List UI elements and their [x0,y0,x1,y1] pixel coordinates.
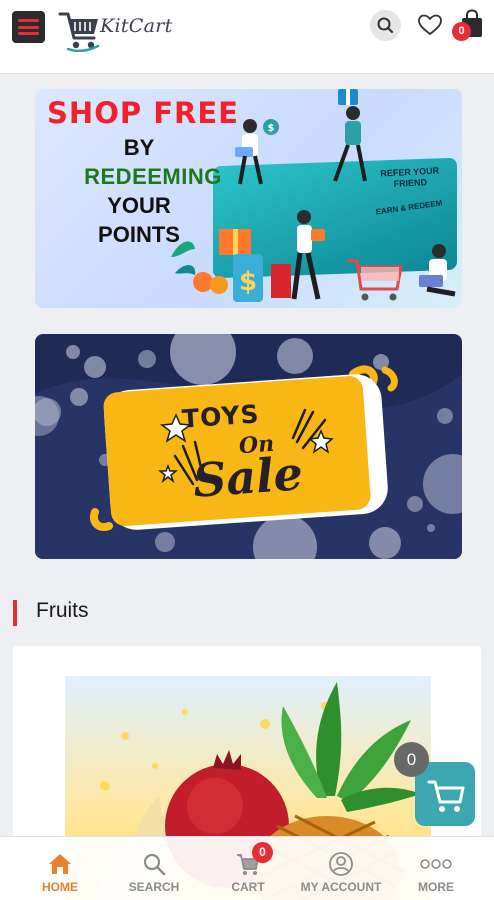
wishlist-button[interactable] [416,11,444,39]
account-icon [329,852,353,876]
logo-text: KitCart [100,15,173,37]
app-header: KitCart 0 [0,0,494,74]
nav-more[interactable]: MORE [404,837,468,900]
section-title: Fruits [36,599,89,622]
nav-cart-label: CART [231,880,265,894]
heart-icon [418,14,442,35]
toys-sale-banner[interactable]: TOYS On Sale [35,334,462,559]
nav-home[interactable]: HOME [28,837,92,900]
more-icon [420,859,452,869]
refer-earn-banner[interactable]: SHOP FREE BY REDEEMING YOUR POINTS REFER… [35,89,462,308]
people-illustration: $ $ [171,89,456,302]
menu-bar-icon [18,19,39,22]
menu-bar-icon [18,32,39,35]
nav-more-label: MORE [418,880,454,894]
floating-cart-count: 0 [394,742,429,777]
nav-home-label: HOME [42,880,78,894]
menu-button[interactable] [12,11,45,43]
banner-toys-text: TOYS [181,399,261,434]
nav-account[interactable]: MY ACCOUNT [292,837,390,900]
search-icon [143,853,166,876]
svg-text:$: $ [268,123,275,134]
section-accent-bar [13,600,17,626]
nav-search-label: SEARCH [128,880,180,894]
search-icon [377,17,394,34]
nav-account-label: MY ACCOUNT [300,880,382,894]
menu-bar-icon [18,25,39,29]
home-icon [49,854,71,874]
nav-search[interactable]: SEARCH [118,837,190,900]
banner-sale-text: Sale [191,446,305,508]
search-button[interactable] [370,10,401,41]
bag-count-badge: 0 [452,22,471,41]
svg-text:$: $ [239,267,257,297]
bottom-navigation: HOME SEARCH CART MY ACCOUNT MORE [0,836,494,900]
cart-count-badge: 0 [252,842,273,863]
